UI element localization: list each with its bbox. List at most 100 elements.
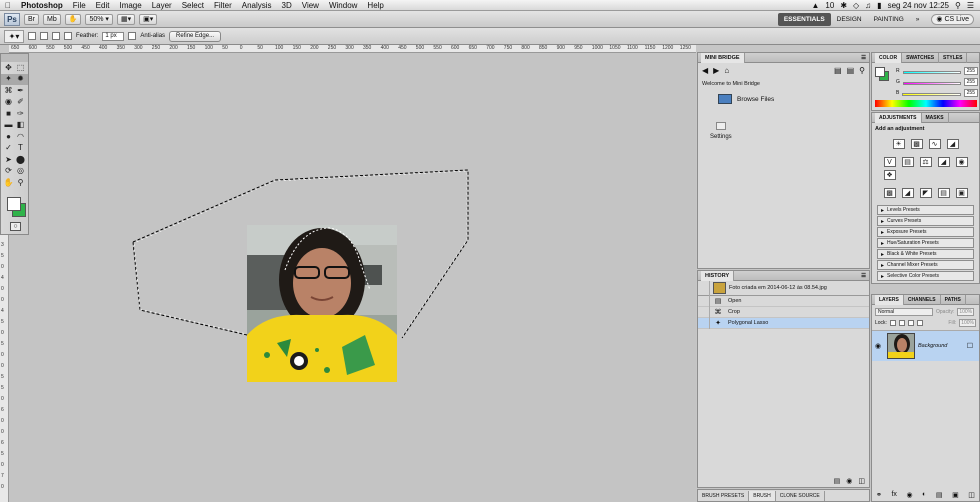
tab-adjustments[interactable]: ADJUSTMENTS (875, 112, 922, 123)
green-slider[interactable] (902, 82, 961, 85)
selective-color-icon[interactable]: ▣ (955, 188, 968, 198)
shape-tool-icon[interactable]: ⬤ (15, 155, 26, 165)
eyedropper-tool-icon[interactable]: ✒ (15, 86, 26, 96)
gradient-tool-icon[interactable]: ◧ (15, 120, 26, 130)
tab-clone-source[interactable]: CLONE SOURCE (776, 490, 825, 501)
lock-transparency-icon[interactable] (889, 320, 896, 326)
preset-curves[interactable]: Curves Presets (877, 216, 974, 226)
history-brush-tool-icon[interactable]: ✑ (15, 109, 26, 119)
green-value-input[interactable]: 255 (963, 77, 978, 86)
marquee-tool-icon[interactable]: ⬚ (15, 63, 26, 73)
red-slider[interactable] (902, 71, 961, 74)
snapshot-icon[interactable]: ◉ (846, 477, 852, 485)
color-fg-swatch[interactable] (875, 67, 885, 77)
gradient-map-icon[interactable]: ▤ (937, 188, 950, 198)
channel-mixer-icon[interactable]: ❖ (883, 170, 896, 180)
link-layers-icon[interactable]: ⚭ (876, 491, 882, 499)
brightness-icon[interactable]: ☀ (892, 139, 905, 149)
crop-tool-icon[interactable]: ⌘ (3, 86, 14, 96)
hand-tool-icon[interactable]: ✋ (3, 178, 14, 188)
tab-mini-bridge[interactable]: MINI BRIDGE (701, 52, 745, 63)
panel-menu-icon[interactable]: ☰ (861, 55, 869, 61)
history-snapshot[interactable]: Foto criada em 2014-06-12 às 08.54.jpg (698, 280, 869, 296)
new-document-icon[interactable]: ▤ (834, 477, 841, 485)
fill-input[interactable]: 100% (959, 319, 976, 327)
preset-black-white[interactable]: Black & White Presets (877, 249, 974, 259)
history-item-polygonal-lasso[interactable]: ✦ Polygonal Lasso (698, 317, 869, 329)
threshold-icon[interactable]: ◤ (919, 188, 932, 198)
preset-channel-mixer[interactable]: Channel Mixer Presets (877, 260, 974, 270)
settings-link[interactable]: Settings (698, 108, 869, 140)
clone-stamp-tool-icon[interactable]: ■ (3, 109, 14, 119)
curves-icon[interactable]: ∿ (928, 139, 941, 149)
pen-tool-icon[interactable]: ✓ (3, 143, 14, 153)
new-group-icon[interactable]: ▤ (936, 491, 943, 499)
preset-hue-saturation[interactable]: Hue/Saturation Presets (877, 238, 974, 248)
dodge-tool-icon[interactable]: ◠ (15, 132, 26, 142)
tab-brush-presets[interactable]: BRUSH PRESETS (698, 490, 750, 501)
preset-exposure[interactable]: Exposure Presets (877, 227, 974, 237)
blue-slider[interactable] (902, 93, 961, 96)
color-balance-icon[interactable]: ⚖ (919, 157, 932, 167)
eye-icon[interactable]: ◉ (872, 342, 884, 350)
polygonal-lasso-tool-icon[interactable]: ✦ (3, 74, 14, 84)
tab-styles[interactable]: STYLES (939, 52, 968, 63)
blue-value-input[interactable]: 255 (963, 88, 978, 97)
new-layer-icon[interactable]: ▣ (952, 491, 959, 499)
tab-masks[interactable]: MASKS (922, 112, 949, 123)
spot-healing-tool-icon[interactable]: ◉ (3, 97, 14, 107)
trash-icon[interactable]: ◫ (858, 477, 865, 485)
lock-position-icon[interactable] (907, 320, 914, 326)
home-icon[interactable]: ⌂ (724, 66, 729, 75)
back-icon[interactable]: ◀ (702, 66, 708, 75)
foreground-color-swatch[interactable] (7, 197, 21, 211)
tab-paths[interactable]: PATHS (941, 294, 966, 305)
tools-panel-header[interactable] (1, 54, 28, 62)
invert-icon[interactable]: ▩ (883, 188, 896, 198)
hue-saturation-icon[interactable]: ▤ (901, 157, 914, 167)
tab-color[interactable]: COLOR (875, 52, 903, 63)
photo-filter-icon[interactable]: ◉ (955, 157, 968, 167)
trash-icon[interactable]: ◫ (968, 491, 975, 499)
lock-all-icon[interactable] (916, 320, 923, 326)
vibrance-icon[interactable]: V (883, 157, 896, 167)
opacity-input[interactable]: 100% (957, 308, 975, 316)
tab-history[interactable]: HISTORY (701, 270, 735, 281)
tab-channels[interactable]: CHANNELS (904, 294, 941, 305)
tab-brush[interactable]: BRUSH (749, 490, 776, 501)
exposure-icon[interactable]: ◢ (946, 139, 959, 149)
quick-select-tool-icon[interactable]: ✹ (15, 74, 26, 84)
lock-pixels-icon[interactable] (898, 320, 905, 326)
color-ramp[interactable] (875, 100, 977, 107)
preset-selective-color[interactable]: Selective Color Presets (877, 271, 974, 281)
forward-icon[interactable]: ▶ (713, 66, 719, 75)
search-icon[interactable]: ⚲ (859, 66, 865, 75)
levels-icon[interactable]: ▩ (910, 139, 923, 149)
blend-mode-select[interactable]: Normal (875, 308, 933, 316)
panel-menu-icon[interactable]: ☰ (861, 273, 869, 279)
snapshot-source-icon[interactable] (698, 280, 710, 296)
3d-orbit-tool-icon[interactable]: ◎ (15, 166, 26, 176)
quick-mask-icon[interactable]: ○ (10, 222, 21, 231)
zoom-tool-icon[interactable]: ⚲ (15, 178, 26, 188)
history-item-crop[interactable]: ⌘ Crop (698, 306, 869, 318)
brush-tool-icon[interactable]: ✐ (15, 97, 26, 107)
layer-row-background[interactable]: ◉ Background ☐ (872, 331, 979, 361)
eraser-tool-icon[interactable]: ▬ (3, 120, 14, 130)
tools-icon[interactable]: ▤ (847, 66, 855, 75)
red-value-input[interactable]: 255 (963, 66, 978, 75)
tab-layers[interactable]: LAYERS (875, 294, 904, 305)
preset-levels[interactable]: Levels Presets (877, 205, 974, 215)
type-tool-icon[interactable]: T (15, 143, 26, 153)
layer-style-icon[interactable]: fx (891, 491, 896, 499)
adjustment-layer-icon[interactable]: ◐ (922, 491, 926, 499)
blur-tool-icon[interactable]: ● (3, 132, 14, 142)
tab-swatches[interactable]: SWATCHES (902, 52, 940, 63)
layer-mask-icon[interactable]: ◉ (906, 491, 912, 499)
black-white-icon[interactable]: ◢ (937, 157, 950, 167)
move-tool-icon[interactable]: ✥ (3, 63, 14, 73)
3d-rotate-tool-icon[interactable]: ⟳ (3, 166, 14, 176)
posterize-icon[interactable]: ◢ (901, 188, 914, 198)
path-selection-tool-icon[interactable]: ➤ (3, 155, 14, 165)
view-options-icon[interactable]: ▤ (834, 66, 842, 75)
